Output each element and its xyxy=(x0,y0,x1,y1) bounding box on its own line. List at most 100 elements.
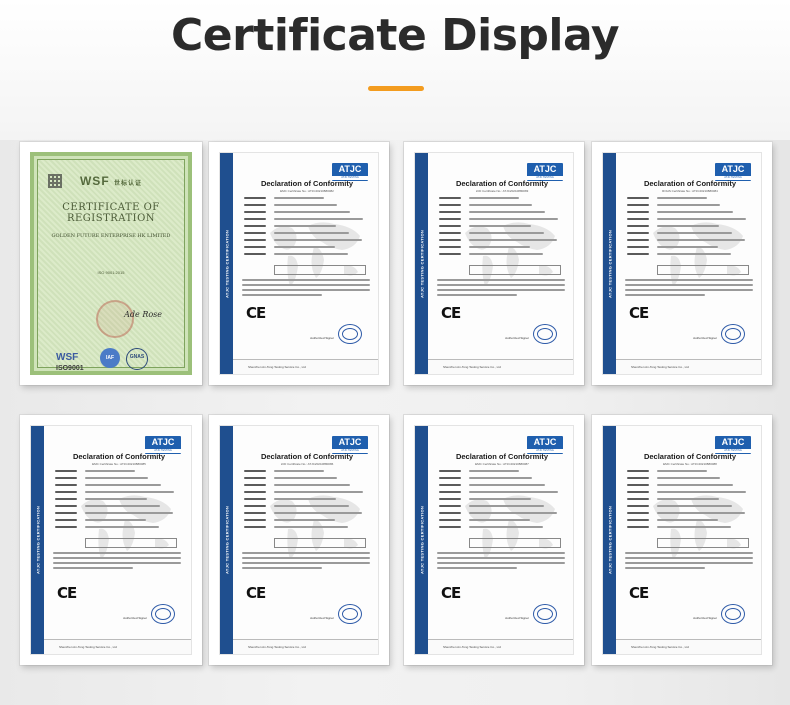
frame-wsf-certificate[interactable]: WSF 世标认证 CERTIFICATE OF REGISTRATION GOL… xyxy=(20,142,202,385)
test-standard-box xyxy=(85,538,177,548)
paragraph-line xyxy=(437,289,565,291)
field-label-line xyxy=(439,218,461,220)
frame-atjc-certificate[interactable]: ATJC TESTING CERTIFICATION ATJC ATJC TEST… xyxy=(592,142,772,385)
authorized-signer-label: Authorized Signer xyxy=(693,336,717,340)
field-value-line xyxy=(657,253,731,255)
stamp-icon xyxy=(338,604,362,624)
paragraph-line xyxy=(437,279,565,281)
paragraph-line xyxy=(625,552,753,554)
field-value-line xyxy=(274,512,362,514)
field-label-line xyxy=(244,477,266,479)
field-label-line xyxy=(627,526,649,528)
field-label-line xyxy=(244,204,266,206)
field-label-line xyxy=(627,498,649,500)
field-value-line xyxy=(469,484,545,486)
frame-atjc-certificate[interactable]: ATJC TESTING CERTIFICATION ATJC ATJC TEST… xyxy=(20,415,202,665)
ce-mark-icon: CE xyxy=(246,584,266,602)
side-strip: ATJC TESTING CERTIFICATION xyxy=(415,426,428,654)
field-value-line xyxy=(469,246,530,248)
field-label-line xyxy=(627,253,649,255)
authorized-signer-label: Authorized Signer xyxy=(505,336,529,340)
field-value-line xyxy=(85,505,160,507)
field-label-line xyxy=(55,526,77,528)
paragraph-line xyxy=(625,289,753,291)
field-value-line xyxy=(274,204,337,206)
field-value-line xyxy=(657,232,732,234)
paragraph-line xyxy=(242,567,322,569)
declaration-title: Declaration of Conformity xyxy=(260,452,354,461)
field-value-line xyxy=(657,512,745,514)
field-value-line xyxy=(274,225,336,227)
field-label-line xyxy=(439,519,461,521)
field-value-line xyxy=(657,484,733,486)
field-label-line xyxy=(439,512,461,514)
field-label-line xyxy=(627,204,649,206)
field-label-line xyxy=(55,505,77,507)
field-value-line xyxy=(274,484,350,486)
certificate-number: EMC Certificate No.: ATJC20210880082 xyxy=(280,189,334,193)
stamp-icon xyxy=(533,324,557,344)
ce-mark-icon: CE xyxy=(441,304,461,322)
field-value-line xyxy=(274,519,335,521)
ce-mark-icon: CE xyxy=(441,584,461,602)
field-value-line xyxy=(469,470,519,472)
signature: Ade Rose xyxy=(124,310,162,319)
field-value-line xyxy=(657,470,707,472)
field-value-line xyxy=(469,491,558,493)
paragraph-line xyxy=(625,294,705,296)
field-label-line xyxy=(244,225,266,227)
frame-atjc-certificate[interactable]: ATJC TESTING CERTIFICATION ATJC ATJC TEST… xyxy=(404,415,584,665)
certificate-title: CERTIFICATE OF REGISTRATION xyxy=(62,202,160,224)
company-name: GOLDEN FUTURE ENTERPRISE HK LIMITED xyxy=(51,233,171,239)
field-label-line xyxy=(439,239,461,241)
paragraph-line xyxy=(625,567,705,569)
authorized-signer-label: Authorized Signer xyxy=(693,616,717,620)
atjc-certificate: ATJC TESTING CERTIFICATION ATJC ATJC TEST… xyxy=(219,152,379,375)
field-value-line xyxy=(469,211,545,213)
footer-company: Shenzhen An-Tong Testing Service Co., Lt… xyxy=(443,365,501,369)
field-value-line xyxy=(274,218,363,220)
paragraph-line xyxy=(242,552,370,554)
field-value-line xyxy=(85,526,159,528)
field-label-line xyxy=(439,211,461,213)
field-value-line xyxy=(274,477,337,479)
paragraph-line xyxy=(625,284,753,286)
ce-mark-icon: CE xyxy=(57,584,77,602)
frame-atjc-certificate[interactable]: ATJC TESTING CERTIFICATION ATJC ATJC TEST… xyxy=(209,415,389,665)
field-label-line xyxy=(627,470,649,472)
field-label-line xyxy=(627,211,649,213)
field-value-line xyxy=(657,519,718,521)
field-value-line xyxy=(274,491,363,493)
field-value-line xyxy=(274,498,336,500)
field-label-line xyxy=(627,491,649,493)
ce-mark-icon: CE xyxy=(629,304,649,322)
field-value-line xyxy=(657,225,719,227)
paragraph-line xyxy=(53,557,181,559)
field-value-line xyxy=(657,239,745,241)
field-value-line xyxy=(657,204,720,206)
field-value-line xyxy=(469,505,544,507)
declaration-title: Declaration of Conformity xyxy=(643,179,737,188)
test-standard-box xyxy=(274,538,366,548)
field-label-line xyxy=(244,232,266,234)
field-value-line xyxy=(657,526,731,528)
field-value-line xyxy=(469,232,544,234)
field-label-line xyxy=(55,512,77,514)
footer-company: Shenzhen An-Tong Testing Service Co., Lt… xyxy=(631,365,689,369)
paragraph-line xyxy=(625,562,753,564)
paragraph-line xyxy=(625,557,753,559)
frame-atjc-certificate[interactable]: ATJC TESTING CERTIFICATION ATJC ATJC TEST… xyxy=(209,142,389,385)
field-label-line xyxy=(627,246,649,248)
frame-atjc-certificate[interactable]: ATJC TESTING CERTIFICATION ATJC ATJC TEST… xyxy=(404,142,584,385)
field-label-line xyxy=(627,197,649,199)
frame-atjc-certificate[interactable]: ATJC TESTING CERTIFICATION ATJC ATJC TEST… xyxy=(592,415,772,665)
stamp-icon xyxy=(721,604,745,624)
field-label-line xyxy=(439,484,461,486)
ce-mark-icon: CE xyxy=(629,584,649,602)
field-label-line xyxy=(439,477,461,479)
declaration-title: Declaration of Conformity xyxy=(455,179,549,188)
test-standard-box xyxy=(469,265,561,275)
declaration-title: Declaration of Conformity xyxy=(260,179,354,188)
certificate-number: EMC Certificate No.: ATJC20210880087 xyxy=(475,462,529,466)
authorized-signer-label: Authorized Signer xyxy=(505,616,529,620)
